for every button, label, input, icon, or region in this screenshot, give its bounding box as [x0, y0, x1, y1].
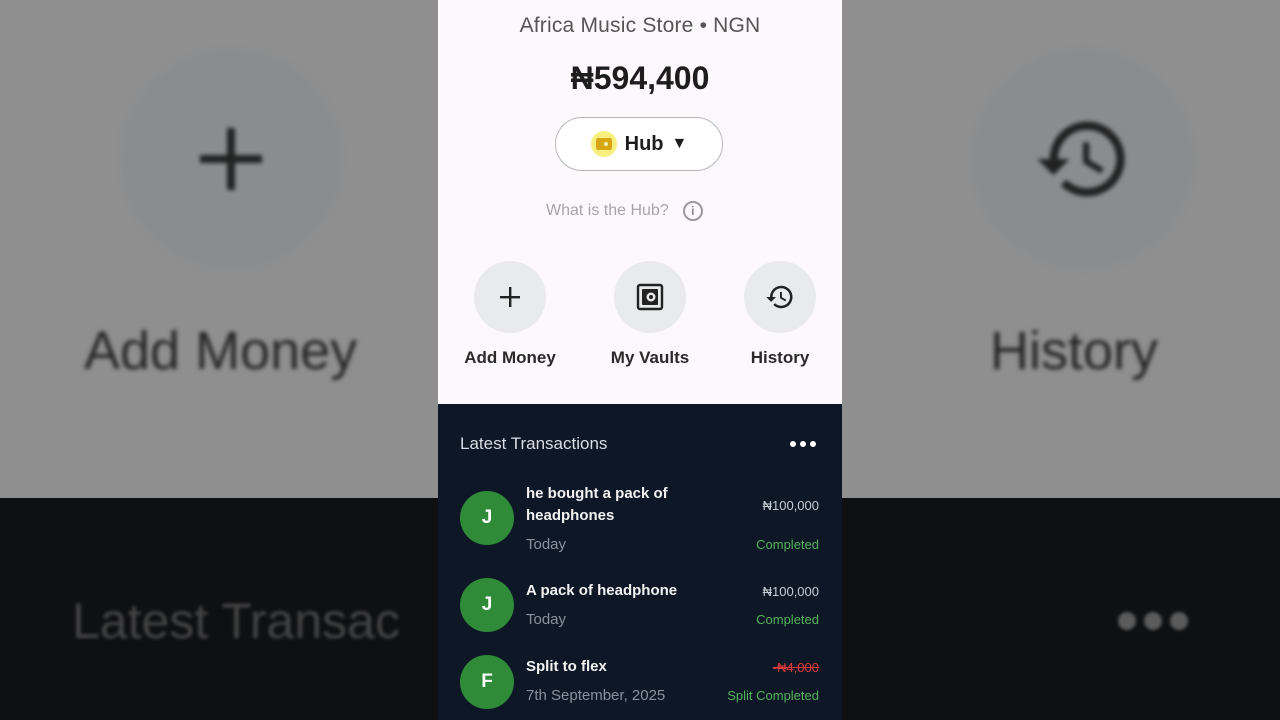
- what-is-hub-link[interactable]: What is the Hub? i: [546, 201, 703, 221]
- transaction-row[interactable]: J he bought a pack of headphones Today ₦…: [438, 482, 842, 562]
- background-history-icon: [1037, 121, 1125, 197]
- background-history-label: History: [990, 321, 1159, 381]
- history-button[interactable]: History: [720, 261, 840, 368]
- transaction-date: 7th September, 2025: [526, 687, 666, 704]
- add-money-label: Add Money: [464, 348, 556, 367]
- latest-transactions-title: Latest Transactions: [460, 434, 608, 453]
- transaction-status: Split Completed: [727, 688, 819, 703]
- store-title: Africa Music Store • NGN: [519, 14, 761, 37]
- wallet-summary: Africa Music Store • NGN ₦594,400 Hub ▼ …: [438, 0, 842, 404]
- transaction-title: Split to flex: [526, 658, 607, 675]
- info-icon: i: [682, 201, 703, 221]
- transaction-row[interactable]: F Split to flex 7th September, 2025 -₦4,…: [438, 654, 842, 714]
- more-options-icon[interactable]: [790, 441, 816, 447]
- balance-amount: ₦594,400: [570, 60, 710, 96]
- caret-down-icon: ▼: [671, 135, 688, 152]
- history-icon: [744, 261, 816, 333]
- transaction-date: Today: [526, 611, 567, 628]
- transaction-status: Completed: [756, 612, 819, 627]
- plus-icon: [474, 261, 546, 333]
- my-vaults-label: My Vaults: [610, 348, 690, 367]
- avatar: J: [460, 578, 514, 632]
- avatar: F: [460, 655, 514, 709]
- transaction-title: A pack of headphone: [526, 582, 678, 599]
- latest-transactions-panel: Latest Transactions J he bought a pack o…: [438, 404, 842, 720]
- phone-screen: Africa Music Store • NGN ₦594,400 Hub ▼ …: [438, 0, 842, 720]
- transaction-row[interactable]: J A pack of headphone Today ₦100,000 Com…: [438, 578, 842, 638]
- what-is-hub-text: What is the Hub?: [546, 202, 669, 219]
- background-more-icon: [1118, 612, 1188, 630]
- transaction-title: he bought a pack of headphones: [526, 485, 668, 524]
- hub-label: Hub: [624, 132, 664, 155]
- background-history-circle: [972, 48, 1194, 270]
- add-money-button[interactable]: Add Money: [450, 261, 570, 368]
- transaction-status: Completed: [756, 537, 819, 552]
- history-label: History: [750, 348, 810, 367]
- transaction-amount: ₦100,000: [762, 498, 819, 513]
- hub-selector-button[interactable]: Hub ▼: [555, 117, 723, 171]
- hub-wallet-icon: [590, 131, 617, 157]
- avatar: J: [460, 491, 514, 545]
- my-vaults-button[interactable]: My Vaults: [590, 261, 710, 368]
- background-plus-icon: [200, 128, 262, 190]
- transaction-amount: ₦100,000: [762, 584, 819, 599]
- vault-icon: [614, 261, 686, 333]
- background-add-money-label: Add Money: [84, 321, 358, 381]
- background-latest-label: Latest Transac: [72, 593, 400, 649]
- background-plus-circle: [120, 48, 342, 270]
- transaction-date: Today: [526, 536, 567, 553]
- transaction-amount: -₦4,000: [772, 660, 819, 675]
